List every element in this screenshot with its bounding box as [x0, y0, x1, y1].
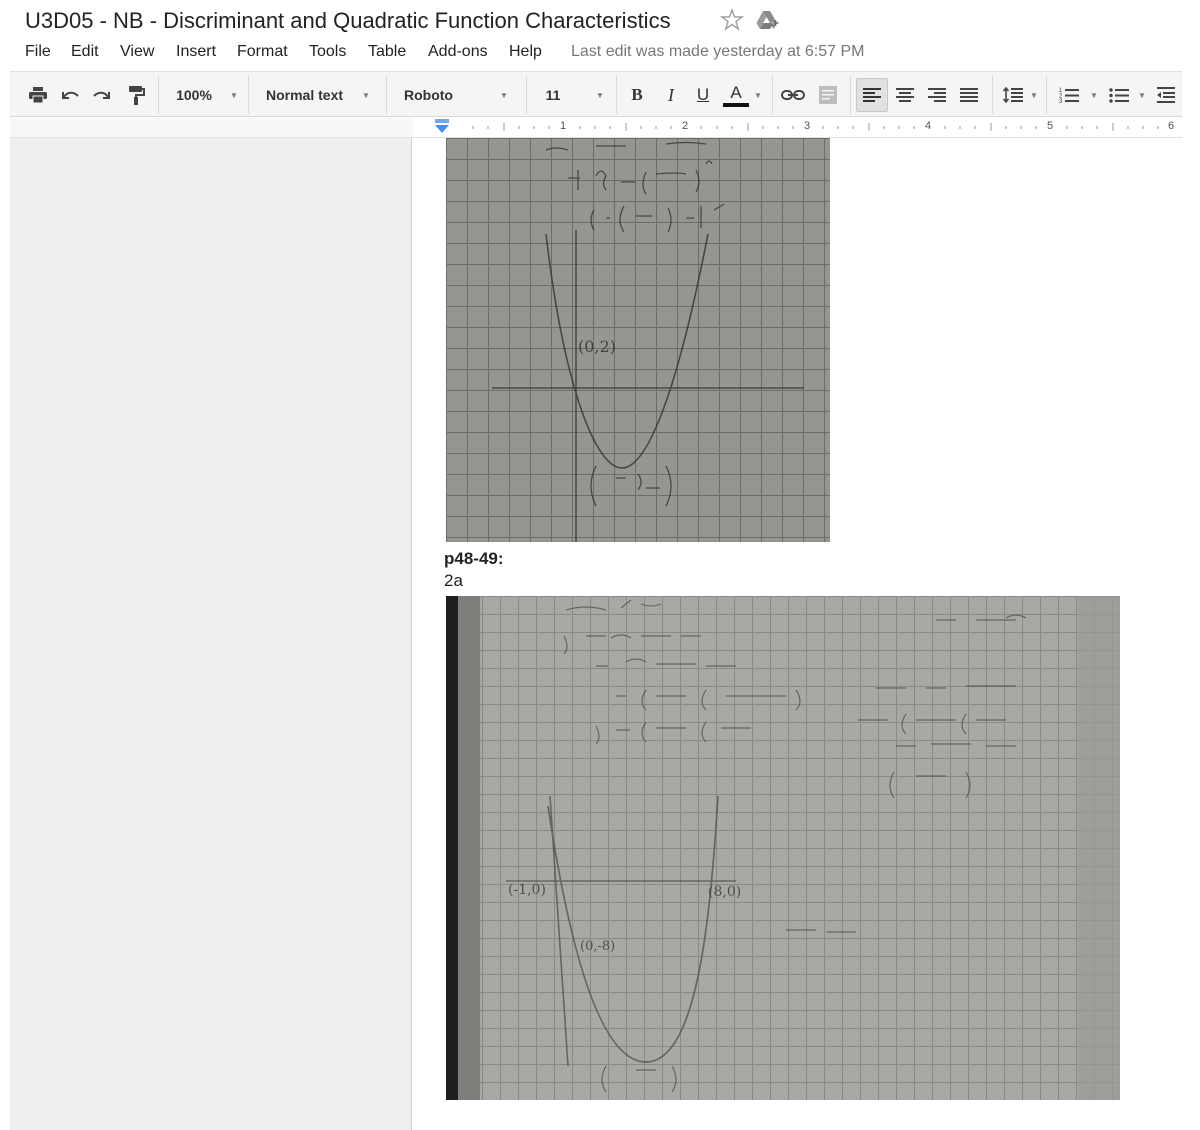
font-select[interactable]: Roboto — [398, 72, 498, 118]
align-center-button[interactable] — [892, 72, 918, 118]
style-value: Normal text — [266, 87, 344, 103]
ruler-number: 4 — [925, 120, 932, 132]
drive-icon[interactable] — [755, 8, 781, 32]
redo-icon[interactable] — [90, 72, 114, 118]
zoom-caret-icon[interactable]: ▼ — [230, 72, 238, 118]
ruler-number: 1 — [560, 120, 567, 132]
bulleted-list-icon[interactable] — [1106, 72, 1132, 118]
title-bar: U3D05 - NB - Discriminant and Quadratic … — [0, 0, 1200, 40]
font-caret-icon[interactable]: ▼ — [500, 72, 508, 118]
numbered-list-icon[interactable]: 123 — [1056, 72, 1082, 118]
menu-help[interactable]: Help — [509, 43, 542, 61]
text-color-button[interactable]: A — [722, 72, 750, 118]
menu-edit[interactable]: Edit — [71, 43, 99, 61]
align-left-button[interactable] — [856, 78, 888, 112]
graph-point-label: (-1,0) — [508, 882, 546, 898]
ruler-number: 2 — [682, 120, 689, 132]
undo-icon[interactable] — [58, 72, 82, 118]
menu-add-ons[interactable]: Add-ons — [428, 43, 488, 61]
font-size-value: 11 — [545, 87, 561, 103]
font-size-caret-icon[interactable]: ▼ — [596, 72, 604, 118]
ruler-number: 6 — [1168, 120, 1175, 132]
canvas-margin — [10, 138, 412, 1130]
toolbar: 100% ▼ Normal text ▼ Roboto ▼ 11 ▼ B I U… — [10, 71, 1182, 117]
last-edit-status[interactable]: Last edit was made yesterday at 6:57 PM — [571, 43, 864, 61]
bulleted-list-caret-icon[interactable]: ▼ — [1138, 72, 1146, 118]
svg-text:3: 3 — [1059, 99, 1063, 103]
document-title[interactable]: U3D05 - NB - Discriminant and Quadratic … — [25, 8, 671, 34]
style-caret-icon[interactable]: ▼ — [362, 72, 370, 118]
ruler-number: 5 — [1047, 120, 1054, 132]
graph-point-label: (0,2) — [578, 337, 616, 356]
ruler-number: 3 — [804, 120, 811, 132]
menu-view[interactable]: View — [120, 43, 154, 61]
underline-label: U — [696, 85, 710, 104]
graph-point-label: (0,-8) — [580, 939, 615, 954]
line-spacing-caret-icon[interactable]: ▼ — [1030, 72, 1038, 118]
handwritten-work-image[interactable]: (-1,0) (8,0) (0,-8) — [446, 596, 1120, 1100]
menu-format[interactable]: Format — [237, 43, 288, 61]
bold-label: B — [631, 85, 643, 104]
link-icon[interactable] — [780, 72, 806, 118]
decrease-indent-icon[interactable] — [1154, 72, 1178, 118]
numbered-list-caret-icon[interactable]: ▼ — [1090, 72, 1098, 118]
justify-button[interactable] — [956, 72, 982, 118]
indent-marker-icon[interactable] — [434, 119, 450, 140]
zoom-value: 100% — [176, 87, 212, 103]
ruler: 1 2 3 4 5 6 — [10, 118, 1182, 138]
text-color-label: A — [730, 82, 742, 102]
menu-file[interactable]: File — [25, 43, 51, 61]
graph-point-label: (8,0) — [708, 884, 741, 900]
section-heading[interactable]: p48-49: — [444, 549, 504, 569]
zoom-select[interactable]: 100% — [170, 72, 218, 118]
menu-table[interactable]: Table — [368, 43, 406, 61]
ruler-page-area — [413, 118, 1182, 137]
italic-button[interactable]: I — [660, 72, 682, 118]
font-value: Roboto — [404, 87, 453, 103]
menu-tools[interactable]: Tools — [309, 43, 346, 61]
handwritten-graph-image[interactable]: (0,2) — [446, 138, 830, 542]
style-select[interactable]: Normal text — [260, 72, 360, 118]
line-spacing-icon[interactable] — [1000, 72, 1026, 118]
text-color-swatch — [723, 102, 749, 107]
comment-icon[interactable] — [816, 72, 840, 118]
text-color-caret-icon[interactable]: ▼ — [754, 72, 762, 118]
problem-label[interactable]: 2a — [444, 571, 463, 591]
paint-format-icon[interactable] — [124, 72, 148, 118]
underline-button[interactable]: U — [692, 72, 714, 118]
align-right-button[interactable] — [924, 72, 950, 118]
print-icon[interactable] — [26, 72, 50, 118]
bold-button[interactable]: B — [626, 72, 648, 118]
menu-bar: File Edit View Insert Format Tools Table… — [0, 40, 1200, 66]
italic-label: I — [668, 84, 674, 105]
menu-insert[interactable]: Insert — [176, 43, 216, 61]
font-size-select[interactable]: 11 — [538, 72, 568, 118]
star-icon[interactable] — [719, 7, 745, 32]
